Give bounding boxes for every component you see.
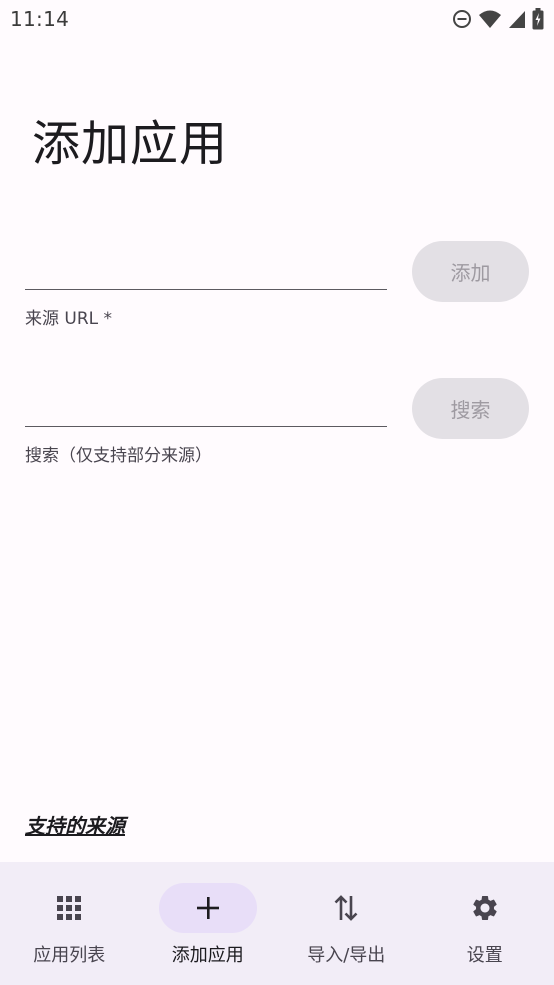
nav-item-app-list[interactable]: 应用列表 (0, 862, 139, 985)
bottom-navigation: 应用列表 添加应用 导入/导出 设置 (0, 862, 554, 985)
status-time: 11:14 (10, 7, 70, 31)
nav-item-settings[interactable]: 设置 (416, 862, 554, 985)
source-url-input[interactable] (25, 250, 387, 290)
nav-label: 添加应用 (171, 945, 244, 966)
wifi-icon (478, 9, 502, 29)
do-not-disturb-icon (452, 9, 472, 29)
page-title: 添加应用 (32, 116, 229, 172)
nav-item-add-app[interactable]: 添加应用 (139, 862, 278, 985)
grid-icon (56, 895, 82, 921)
nav-label: 设置 (466, 945, 503, 966)
search-button[interactable]: 搜索 (412, 378, 529, 439)
source-url-label: 来源 URL * (25, 309, 113, 329)
nav-label: 应用列表 (33, 945, 106, 966)
nav-item-import-export[interactable]: 导入/导出 (277, 862, 416, 985)
nav-pill (297, 883, 395, 933)
gear-icon (470, 893, 500, 923)
nav-label: 导入/导出 (307, 945, 386, 966)
swap-vertical-icon (333, 894, 359, 922)
add-button[interactable]: 添加 (412, 241, 529, 302)
nav-pill-active (158, 883, 257, 933)
nav-pill (20, 883, 118, 933)
search-input[interactable] (25, 387, 387, 427)
status-bar: 11:14 (0, 0, 554, 38)
plus-icon (195, 895, 221, 921)
app-screen: 11:14 添加应用 来源 URL * 添加 搜索（仅支持部分来源） 搜索 支持… (0, 0, 554, 985)
nav-pill (436, 883, 534, 933)
battery-charging-icon (532, 8, 544, 30)
search-label: 搜索（仅支持部分来源） (25, 446, 212, 466)
cell-signal-icon (508, 9, 526, 29)
supported-sources-link[interactable]: 支持的来源 (25, 810, 125, 839)
status-icons (452, 7, 544, 31)
